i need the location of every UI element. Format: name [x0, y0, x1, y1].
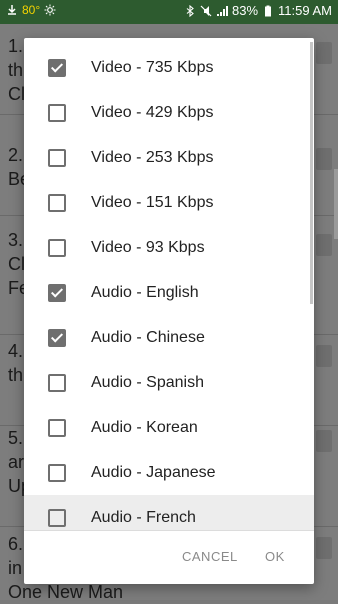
option-label: Audio - Japanese [91, 463, 216, 481]
option-audio-english[interactable]: Audio - English [24, 270, 314, 315]
list-item-text: Cl [8, 254, 25, 274]
checkbox[interactable] [48, 328, 66, 347]
menu-button [316, 537, 332, 559]
battery-icon [262, 5, 274, 17]
track-selection-dialog: Video - 735 Kbps Video - 429 Kbps Video … [24, 38, 314, 584]
menu-button [316, 42, 332, 64]
list-item-text: 2. [8, 145, 24, 165]
list-item-text: 1. [8, 36, 24, 56]
option-audio-spanish[interactable]: Audio - Spanish [24, 360, 314, 405]
menu-button [316, 148, 332, 170]
list-item-text: 5. [8, 428, 24, 448]
dialog-scrollbar[interactable] [310, 42, 313, 304]
option-audio-japanese[interactable]: Audio - Japanese [24, 450, 314, 495]
status-bar: 80° 83% 11:59 AM [0, 0, 338, 24]
option-video-735[interactable]: Video - 735 Kbps [24, 45, 314, 90]
bluetooth-icon [184, 4, 196, 17]
option-label: Video - 735 Kbps [91, 58, 214, 76]
download-icon [6, 4, 18, 16]
clock: 11:59 AM [278, 3, 332, 18]
temperature-text: 80° [22, 3, 41, 17]
list-item-text: th [8, 60, 24, 80]
menu-button [316, 234, 332, 256]
option-audio-chinese[interactable]: Audio - Chinese [24, 315, 314, 360]
checkbox[interactable] [48, 58, 66, 77]
option-label: Video - 253 Kbps [91, 148, 214, 166]
list-item-text: Cl [8, 84, 25, 104]
list-item-text: th [8, 365, 24, 385]
checkbox[interactable] [48, 148, 66, 167]
option-label: Video - 93 Kbps [91, 238, 205, 256]
option-audio-french[interactable]: Audio - French [24, 495, 314, 530]
sun-icon [44, 4, 56, 16]
battery-percent: 83% [232, 3, 259, 18]
checkbox[interactable] [48, 508, 66, 527]
option-label: Audio - Chinese [91, 328, 205, 346]
list-item-text: 3. [8, 230, 24, 250]
option-label: Video - 429 Kbps [91, 103, 214, 121]
option-label: Audio - English [91, 283, 199, 301]
option-video-429[interactable]: Video - 429 Kbps [24, 90, 314, 135]
ok-button[interactable]: OK [265, 549, 285, 564]
scrollbar [334, 169, 338, 239]
option-video-151[interactable]: Video - 151 Kbps [24, 180, 314, 225]
dialog-actions: CANCEL OK [24, 531, 314, 584]
option-label: Video - 151 Kbps [91, 193, 214, 211]
signal-icon [216, 5, 228, 17]
list-item-text: ar [8, 452, 25, 472]
silent-mode-icon [200, 5, 212, 17]
checkbox[interactable] [48, 193, 66, 212]
checkbox[interactable] [48, 463, 66, 482]
option-video-93[interactable]: Video - 93 Kbps [24, 225, 314, 270]
list-item-text: in [8, 558, 23, 578]
option-label: Audio - French [91, 508, 196, 526]
checkbox[interactable] [48, 238, 66, 257]
track-option-list[interactable]: Video - 735 Kbps Video - 429 Kbps Video … [24, 38, 314, 530]
menu-button [316, 345, 332, 367]
checkbox[interactable] [48, 283, 66, 302]
option-label: Audio - Spanish [91, 373, 204, 391]
cancel-button[interactable]: CANCEL [182, 549, 238, 564]
option-label: Audio - Korean [91, 418, 198, 436]
list-item-text: 4. [8, 341, 24, 361]
checkbox[interactable] [48, 373, 66, 392]
menu-button [316, 430, 332, 452]
option-video-253[interactable]: Video - 253 Kbps [24, 135, 314, 180]
checkbox[interactable] [48, 418, 66, 437]
option-audio-korean[interactable]: Audio - Korean [24, 405, 314, 450]
checkbox[interactable] [48, 103, 66, 122]
list-item-text: 6. [8, 534, 24, 554]
